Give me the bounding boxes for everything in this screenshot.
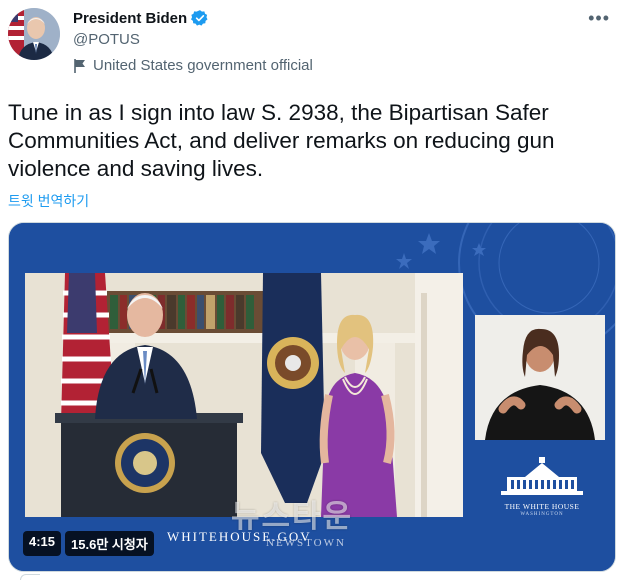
interpreter-scene bbox=[475, 315, 605, 440]
display-name[interactable]: President Biden bbox=[73, 9, 209, 27]
video-overlay-badges: 4:15 15.6만 시청자 bbox=[23, 531, 154, 556]
watermark-subtext: NEWSTOWN bbox=[266, 537, 346, 549]
government-label-text: United States government official bbox=[93, 57, 313, 74]
display-name-text: President Biden bbox=[73, 9, 188, 27]
video-scene bbox=[25, 273, 463, 517]
government-label[interactable]: United States government official bbox=[73, 57, 313, 74]
more-icon[interactable]: ••• bbox=[588, 8, 610, 29]
duration-badge: 4:15 bbox=[23, 531, 62, 556]
sign-language-interpreter bbox=[475, 315, 605, 440]
video-player[interactable]: THE WHITE HOUSE WASHINGTON WHITEHOUSE.GO… bbox=[8, 222, 616, 572]
avatar[interactable] bbox=[8, 8, 60, 60]
white-house-logo bbox=[501, 457, 583, 495]
avatar-portrait bbox=[8, 8, 60, 60]
video-frame[interactable] bbox=[25, 273, 463, 517]
tweet-text: Tune in as I sign into law S. 2938, the … bbox=[8, 100, 555, 181]
white-house-label: THE WHITE HOUSE bbox=[504, 502, 580, 511]
white-house-sublabel: WASHINGTON bbox=[520, 512, 564, 517]
flag-icon bbox=[74, 58, 85, 73]
view-count-badge: 15.6만 시청자 bbox=[65, 531, 154, 556]
watermark-text: 뉴스타운 bbox=[231, 499, 354, 535]
handle[interactable]: @POTUS bbox=[73, 31, 140, 48]
verified-badge-icon bbox=[191, 10, 208, 26]
next-element-edge bbox=[20, 574, 40, 580]
translate-tweet-link[interactable]: 트윗 번역하기 bbox=[8, 191, 89, 211]
